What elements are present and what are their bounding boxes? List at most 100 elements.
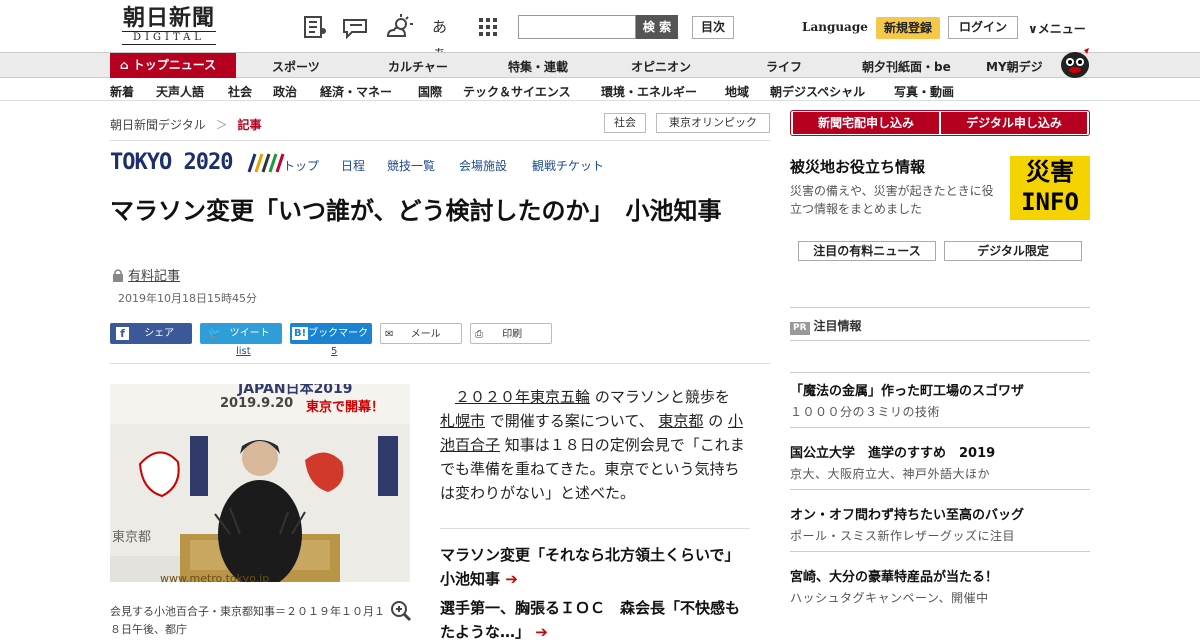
pr-title: 注目情報 <box>813 319 862 333</box>
main-nav: ⌂ トップニュース スポーツ カルチャー 特集・連載 オピニオン ライフ 朝夕刊… <box>0 48 1200 78</box>
index-button[interactable]: 目次 <box>692 16 734 39</box>
disaster-badge-top: 災害 <box>1026 158 1074 186</box>
breadcrumb-root[interactable]: 朝日新聞デジタル <box>110 118 206 132</box>
arrow-right-icon: ➔ <box>535 623 548 641</box>
pr-item-subtitle: 京大、大阪府立大、神戸外語大ほか <box>790 467 991 481</box>
facebook-share-label: シェア <box>144 328 175 339</box>
nav-item-life[interactable]: ライフ <box>766 58 802 75</box>
pr-item-title[interactable]: 国公立大学 進学のすすめ 2019 <box>790 442 995 461</box>
subnav-item-tech[interactable]: テック＆サイエンス <box>463 83 571 100</box>
menu-label: メニュー <box>1037 22 1086 36</box>
search-button[interactable]: 検 索 <box>636 15 678 39</box>
olympic-nav-events[interactable]: 競技一覧 <box>387 157 435 174</box>
tag-tokyo-olympics[interactable]: 東京オリンピック <box>656 113 770 133</box>
nav-item-opinion[interactable]: オピニオン <box>631 58 691 75</box>
divider <box>790 307 1090 308</box>
nav-item-culture[interactable]: カルチャー <box>388 58 448 75</box>
paid-article-label[interactable]: 有料記事 <box>128 265 180 284</box>
pr-item-title[interactable]: オン・オフ問わず持ちたい至高のバッグ <box>790 504 1024 523</box>
pr-item-title[interactable]: 宮崎、大分の豪華特産品が当たる！ <box>790 566 998 585</box>
divider <box>790 340 1090 341</box>
pr-item-title[interactable]: 「魔法の金属」作った町工場のスゴワザ <box>790 380 1024 399</box>
arrow-right-icon: ➔ <box>505 570 518 588</box>
menu-button[interactable]: ∨メニュー <box>1028 20 1086 37</box>
hatena-bookmark-button[interactable]: B! ブックマーク <box>290 323 372 344</box>
tokyo2020-logo-text: TOKYO 2020 <box>110 150 233 175</box>
language-link[interactable]: Language <box>802 20 868 34</box>
link-tokyo2020[interactable]: ２０２０年東京五輪 <box>455 388 590 406</box>
asahi-digital-logo[interactable]: 朝日新聞 DIGITAL <box>112 6 226 46</box>
digital-only-button[interactable]: デジタル限定 <box>944 241 1082 261</box>
lock-icon <box>112 267 124 286</box>
photo-url: www.metro.tokyo.jp <box>160 572 270 582</box>
tag-society[interactable]: 社会 <box>604 113 646 133</box>
weather-icon[interactable] <box>386 14 413 40</box>
olympic-nav-schedule[interactable]: 日程 <box>341 157 365 174</box>
olympic-nav-top[interactable]: トップ <box>283 157 319 174</box>
signup-button[interactable]: 新規登録 <box>876 17 940 39</box>
photo-sign: 東京都 <box>112 530 152 545</box>
font-size-icon[interactable]: あぁ <box>432 14 458 62</box>
search-input[interactable] <box>518 15 636 39</box>
login-button[interactable]: ログイン <box>948 16 1018 39</box>
photo-caption: 会見する小池百合子・東京都知事＝２０１９年１０月１８日午後、都庁 <box>110 605 385 636</box>
olympic-nav-tickets[interactable]: 観戦チケット <box>532 157 604 174</box>
subnav-item-environment[interactable]: 環境・エネルギー <box>601 83 697 100</box>
related-article-title: マラソン変更「それなら北方領土くらいで」 小池知事 <box>440 546 748 588</box>
print-icon: ⎙ <box>475 329 483 340</box>
subnav-item-photo[interactable]: 写真・動画 <box>894 83 954 100</box>
hatena-bookmark-label: ブックマーク <box>308 328 369 339</box>
print-button[interactable]: ⎙ 印刷 <box>470 323 552 344</box>
nav-home[interactable]: ⌂ トップニュース <box>110 53 236 78</box>
subnav-item-special[interactable]: 朝デジスペシャル <box>770 83 865 100</box>
related-article[interactable]: 選手第一、胸張るＩＯＣ 森会長「不快感もたような…」 ➔ <box>440 596 750 644</box>
link-tokyo-metro[interactable]: 東京都 <box>658 412 703 430</box>
link-sapporo[interactable]: 札幌市 <box>440 412 485 430</box>
chat-icon[interactable] <box>342 14 368 40</box>
subnav-item-economy[interactable]: 経済・マネー <box>320 83 392 100</box>
subnav-item-international[interactable]: 国際 <box>418 83 442 100</box>
breadcrumb-separator: ＞ <box>215 118 228 132</box>
facebook-share-button[interactable]: f シェア <box>110 323 192 344</box>
print-label: 印刷 <box>502 329 523 340</box>
twitter-share-button[interactable]: 🐦 ツイート <box>200 323 282 344</box>
olympic-nav-venues[interactable]: 会場施設 <box>459 157 507 174</box>
facebook-icon: f <box>116 326 129 340</box>
subnav-item-tenseijingo[interactable]: 天声人語 <box>156 83 204 100</box>
subnav-item-region[interactable]: 地域 <box>725 83 749 100</box>
related-article[interactable]: マラソン変更「それなら北方領土くらいで」 小池知事 ➔ <box>440 543 750 591</box>
related-article-title: 選手第一、胸張るＩＯＣ 森会長「不快感もたような…」 <box>440 599 741 641</box>
newspaper-delivery-button[interactable]: 新聞宅配申し込み <box>793 112 939 134</box>
paid-news-button[interactable]: 注目の有料ニュース <box>798 241 936 261</box>
logo-text-en: DIGITAL <box>122 31 216 45</box>
disaster-info-badge[interactable]: 災害 INFO <box>1010 156 1090 220</box>
grid-menu-icon[interactable] <box>478 14 504 40</box>
subnav-item-society[interactable]: 社会 <box>228 83 252 100</box>
nav-item-features[interactable]: 特集・連載 <box>508 58 568 75</box>
sub-nav: 新着 天声人語 社会 政治 経済・マネー 国際 テック＆サイエンス 環境・エネル… <box>0 78 1200 101</box>
tokyo2020-logo[interactable]: TOKYO 2020 <box>110 150 285 175</box>
twitter-share-label: ツイート <box>229 328 270 339</box>
article-body: ２０２０年東京五輪 のマラソンと競歩を 札幌市 で開催する案について、 東京都 … <box>440 385 746 505</box>
digital-signup-button[interactable]: デジタル申し込み <box>941 112 1087 134</box>
pr-header: PR 注目情報 <box>790 317 862 335</box>
newspaper-icon[interactable] <box>302 14 328 40</box>
nav-item-paper[interactable]: 朝夕刊紙面・be <box>862 58 951 75</box>
body-text: のマラソンと競歩を <box>594 388 730 406</box>
twitter-list-link[interactable]: list <box>236 346 251 357</box>
mail-share-button[interactable]: ✉ メール <box>380 323 462 344</box>
disaster-info-description: 災害の備えや、災害が起きたときに役立つ情報をまとめました <box>790 184 994 216</box>
mail-icon: ✉ <box>385 329 394 340</box>
subnav-item-new[interactable]: 新着 <box>110 83 134 100</box>
article-photo[interactable]: JAPAN日本2019 2019.9.20 東京で開幕！ 東京都 www.met… <box>110 384 410 582</box>
article-date: 2019年10月18日15時45分 <box>118 292 257 305</box>
nav-home-label: トップニュース <box>132 58 217 72</box>
nav-item-my-asadigi[interactable]: MY朝デジ <box>986 58 1043 75</box>
zoom-icon[interactable] <box>390 600 412 626</box>
hatena-count-link[interactable]: 5 <box>331 346 337 357</box>
disaster-info-title[interactable]: 被災地お役立ち情報 <box>790 156 925 177</box>
subnav-item-politics[interactable]: 政治 <box>273 83 297 100</box>
nav-item-sports[interactable]: スポーツ <box>272 58 320 75</box>
home-icon: ⌂ <box>120 58 129 72</box>
chevron-down-icon: ∨ <box>1028 22 1038 36</box>
